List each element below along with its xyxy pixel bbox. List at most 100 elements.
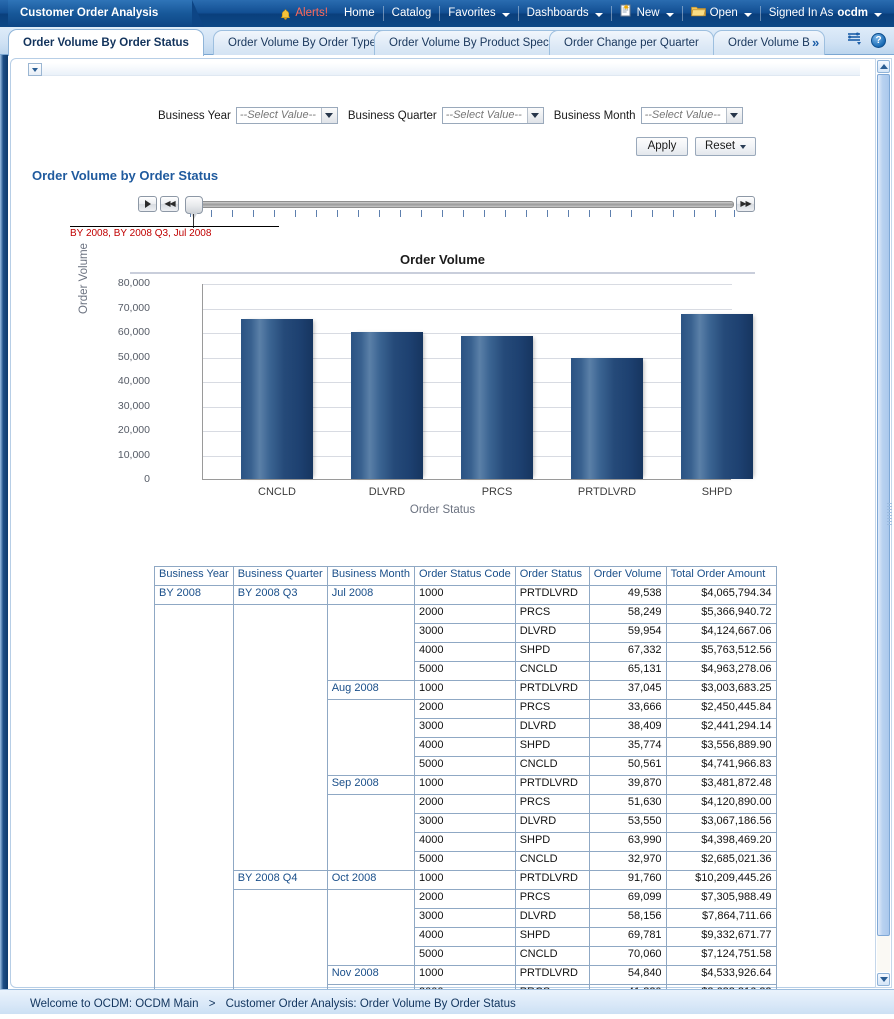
col-business-quarter[interactable]: Business Quarter bbox=[233, 567, 327, 586]
table-row[interactable]: 3000DLVRD53,550$3,067,186.56 bbox=[155, 814, 777, 833]
collapse-prompts-button[interactable] bbox=[28, 63, 42, 76]
tab-order-change-per-quarter[interactable]: Order Change per Quarter bbox=[549, 30, 714, 55]
cell-order-status-code: 3000 bbox=[414, 909, 515, 928]
slider-play-button[interactable] bbox=[138, 196, 157, 212]
help-icon[interactable]: ? bbox=[871, 33, 886, 48]
chevron-down-icon[interactable] bbox=[321, 108, 337, 123]
cell-business-quarter bbox=[233, 643, 327, 662]
slider-prev-button[interactable]: ◀◀ bbox=[160, 196, 179, 212]
cell-order-volume: 67,332 bbox=[589, 643, 666, 662]
time-slider[interactable]: ◀◀ ▶▶ BY 2008, BY 2008 Q3, Jul 2008 bbox=[130, 196, 755, 236]
cell-business-month bbox=[327, 643, 414, 662]
table-row[interactable]: BY 2008 Q4Oct 20081000PRTDLVRD91,760$10,… bbox=[155, 871, 777, 890]
table-row[interactable]: Sep 20081000PRTDLVRD39,870$3,481,872.48 bbox=[155, 776, 777, 795]
table-row[interactable]: 5000CNCLD65,131$4,963,278.06 bbox=[155, 662, 777, 681]
tab-order-volume-b[interactable]: Order Volume B bbox=[713, 30, 825, 55]
cell-business-month: Nov 2008 bbox=[327, 966, 414, 985]
slider-thumb[interactable] bbox=[185, 196, 203, 214]
table-row[interactable]: 4000SHPD63,990$4,398,469.20 bbox=[155, 833, 777, 852]
col-total-order-amount[interactable]: Total Order Amount bbox=[666, 567, 776, 586]
table-row[interactable]: 2000PRCS33,666$2,450,445.84 bbox=[155, 700, 777, 719]
slider-next-button[interactable]: ▶▶ bbox=[736, 196, 755, 212]
application-window: Customer Order Analysis Alerts! Home Cat… bbox=[0, 0, 894, 1019]
table-row[interactable]: 3000DLVRD58,156$7,864,711.66 bbox=[155, 909, 777, 928]
cell-order-status-code: 5000 bbox=[414, 662, 515, 681]
scroll-up-button[interactable] bbox=[877, 60, 890, 73]
table-row[interactable]: 3000DLVRD38,409$2,441,294.14 bbox=[155, 719, 777, 738]
global-nav: Alerts! Home Catalog Favorites Dashboard… bbox=[272, 0, 890, 27]
bar-shpd[interactable] bbox=[681, 314, 753, 479]
nav-dashboards[interactable]: Dashboards bbox=[519, 5, 611, 22]
cell-total-order-amount: $4,398,469.20 bbox=[666, 833, 776, 852]
business-month-select[interactable]: --Select Value-- bbox=[641, 107, 743, 124]
signed-in-as[interactable]: Signed In As ocdm bbox=[761, 5, 890, 22]
table-row[interactable]: 4000SHPD69,781$9,332,671.77 bbox=[155, 928, 777, 947]
chevron-down-icon[interactable] bbox=[726, 108, 742, 123]
table-row[interactable]: Aug 20081000PRTDLVRD37,045$3,003,683.25 bbox=[155, 681, 777, 700]
cell-business-year bbox=[155, 909, 234, 928]
table-row[interactable]: BY 2008BY 2008 Q3Jul 20081000PRTDLVRD49,… bbox=[155, 586, 777, 605]
cell-total-order-amount: $3,067,186.56 bbox=[666, 814, 776, 833]
alerts-button[interactable]: Alerts! bbox=[272, 5, 336, 22]
breadcrumb-current: Customer Order Analysis: Order Volume By… bbox=[226, 998, 516, 1010]
business-year-select[interactable]: --Select Value-- bbox=[236, 107, 338, 124]
page-options-icon[interactable] bbox=[847, 32, 863, 49]
nav-catalog[interactable]: Catalog bbox=[384, 5, 440, 22]
reset-button[interactable]: Reset bbox=[695, 137, 756, 156]
table-row[interactable]: 2000PRCS69,099$7,305,988.49 bbox=[155, 890, 777, 909]
cell-order-status-code: 3000 bbox=[414, 719, 515, 738]
nav-favorites[interactable]: Favorites bbox=[440, 5, 517, 22]
alerts-label: Alerts! bbox=[295, 5, 328, 22]
chart-plot-area: CNCLD DLVRD PRCS PRTDLVRD SHPD bbox=[202, 284, 731, 480]
table-row[interactable]: 3000DLVRD59,954$4,124,667.06 bbox=[155, 624, 777, 643]
nav-home[interactable]: Home bbox=[336, 5, 383, 22]
col-order-volume[interactable]: Order Volume bbox=[589, 567, 666, 586]
bar-prtdlvrd[interactable] bbox=[571, 358, 643, 479]
business-quarter-select[interactable]: --Select Value-- bbox=[442, 107, 544, 124]
chevron-down-icon[interactable] bbox=[527, 108, 543, 123]
y-tick-30000: 30,000 bbox=[80, 400, 150, 412]
bar-dlvrd[interactable] bbox=[351, 332, 423, 479]
bar-prcs[interactable] bbox=[461, 336, 533, 479]
cell-order-volume: 51,630 bbox=[589, 795, 666, 814]
nav-new[interactable]: New bbox=[612, 5, 682, 22]
nav-open[interactable]: Open bbox=[683, 5, 760, 22]
cell-business-month bbox=[327, 947, 414, 966]
prompt-fields-row: Business Year --Select Value-- Business … bbox=[158, 107, 743, 124]
cell-order-status-code: 2000 bbox=[414, 890, 515, 909]
scroll-down-button[interactable] bbox=[877, 973, 890, 986]
apply-button[interactable]: Apply bbox=[636, 137, 688, 156]
table-row[interactable]: 4000SHPD67,332$5,763,512.56 bbox=[155, 643, 777, 662]
table-row[interactable]: 5000CNCLD32,970$2,685,021.36 bbox=[155, 852, 777, 871]
col-business-month[interactable]: Business Month bbox=[327, 567, 414, 586]
table-row[interactable]: 5000CNCLD70,060$7,124,751.58 bbox=[155, 947, 777, 966]
cell-order-status: DLVRD bbox=[515, 909, 589, 928]
cell-business-month bbox=[327, 814, 414, 833]
cell-order-volume: 63,990 bbox=[589, 833, 666, 852]
breadcrumb-home-link[interactable]: Welcome to OCDM: OCDM Main bbox=[30, 998, 198, 1010]
tab-overflow-button[interactable]: » bbox=[812, 35, 819, 50]
table-row[interactable]: 2000PRCS51,630$4,120,890.00 bbox=[155, 795, 777, 814]
panel-resize-grip[interactable] bbox=[887, 503, 892, 525]
tab-order-volume-by-product-spec[interactable]: Order Volume By Product Spec bbox=[374, 30, 564, 55]
table-row[interactable]: 5000CNCLD50,561$4,741,966.83 bbox=[155, 757, 777, 776]
table-row[interactable]: Nov 20081000PRTDLVRD54,840$4,533,926.64 bbox=[155, 966, 777, 985]
table-row[interactable]: 2000PRCS58,249$5,366,940.72 bbox=[155, 605, 777, 624]
tab-order-volume-by-order-type[interactable]: Order Volume By Order Type bbox=[213, 30, 391, 55]
bar-cncld[interactable] bbox=[241, 319, 313, 479]
slider-track[interactable] bbox=[190, 201, 734, 208]
col-business-year[interactable]: Business Year bbox=[155, 567, 234, 586]
cell-business-year bbox=[155, 928, 234, 947]
tab-order-volume-by-order-status[interactable]: Order Volume By Order Status bbox=[8, 29, 204, 56]
cell-order-volume: 53,550 bbox=[589, 814, 666, 833]
cell-business-year bbox=[155, 643, 234, 662]
app-title-tab[interactable]: Customer Order Analysis bbox=[8, 0, 192, 27]
cell-order-status: CNCLD bbox=[515, 947, 589, 966]
table-row[interactable]: 4000SHPD35,774$3,556,889.90 bbox=[155, 738, 777, 757]
cell-order-volume: 35,774 bbox=[589, 738, 666, 757]
cell-business-month: Sep 2008 bbox=[327, 776, 414, 795]
cell-order-status-code: 4000 bbox=[414, 928, 515, 947]
col-order-status[interactable]: Order Status bbox=[515, 567, 589, 586]
col-order-status-code[interactable]: Order Status Code bbox=[414, 567, 515, 586]
chart-title-rule bbox=[130, 272, 755, 274]
